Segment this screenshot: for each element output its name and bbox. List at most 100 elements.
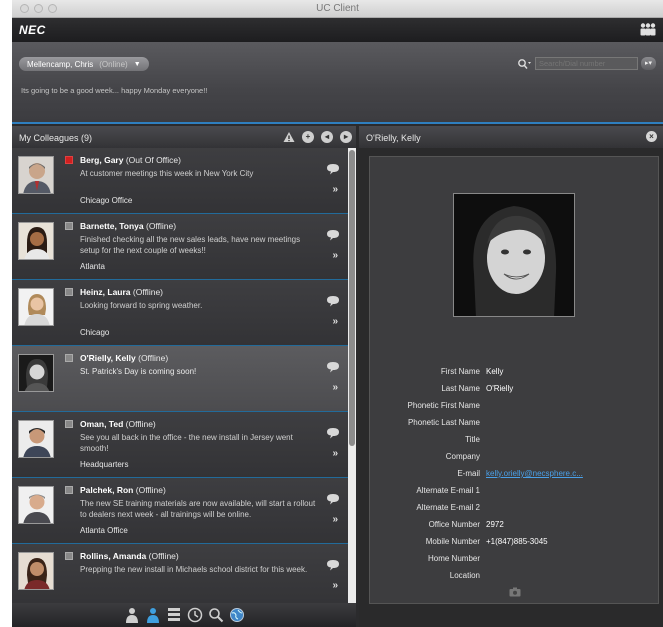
colleague-name: Rollins, Amanda (Offline) [80,551,179,561]
colleague-item[interactable]: Heinz, Laura (Offline) Looking forward t… [12,280,348,346]
scrollbar-thumb[interactable] [349,150,355,446]
office-number-value[interactable]: 2972 [486,520,504,529]
colleague-item[interactable]: Palchek, Ron (Offline) The new SE traini… [12,478,348,544]
colleague-item[interactable]: Berg, Gary (Out Of Office) At customer m… [12,148,348,214]
chevron-down-icon: ▼ [133,60,141,68]
user-header: Mellencamp, Chris (Online) ▼ Its going t… [12,42,663,124]
avatar [18,156,54,194]
tool-search[interactable] [207,606,225,624]
alert-icon[interactable] [283,131,295,143]
field-phonetic-last-name: Phonetic Last Name [370,415,660,432]
presence-indicator [65,486,73,494]
user-status-dropdown[interactable]: Mellencamp, Chris (Online) ▼ [19,57,149,71]
top-bar: NEC [12,18,663,42]
chat-icon[interactable] [326,295,340,307]
next-icon[interactable]: ▸ [340,131,352,143]
expand-icon[interactable]: » [332,382,338,393]
add-icon[interactable]: + [302,131,314,143]
chat-icon[interactable] [326,493,340,505]
colleague-item[interactable]: Rollins, Amanda (Offline) Prepping the n… [12,544,348,603]
colleague-message: Finished checking all the new sales lead… [80,235,301,255]
field-label: Title [465,435,480,444]
avatar [18,552,54,590]
camera-icon[interactable] [509,587,521,597]
tool-colleagues[interactable] [144,606,162,624]
search-icon[interactable] [517,58,532,70]
expand-icon[interactable]: » [332,514,338,525]
colleague-message: St. Patrick's Day is coming soon! [80,367,197,376]
chat-icon[interactable] [326,361,340,373]
tool-person[interactable] [123,606,141,624]
colleague-item[interactable]: Oman, Ted (Offline) See you all back in … [12,412,348,478]
previous-icon[interactable]: ◂ [321,131,333,143]
expand-icon[interactable]: » [332,448,338,459]
avatar [18,222,54,260]
expand-icon[interactable]: » [332,250,338,261]
people-icon[interactable] [639,22,657,36]
colleague-list: Berg, Gary (Out Of Office) At customer m… [12,148,348,603]
field-value: Kelly [486,367,504,376]
tool-directory[interactable] [165,606,183,624]
status-message[interactable]: Its going to be a good week... happy Mon… [21,86,207,95]
search-area: ▸▾ [517,57,656,70]
field-last-name: Last Name O'Rielly [370,381,660,398]
search-input[interactable] [535,57,638,70]
app-window: NEC Mellencamp, Chris (Online) ▼ Its goi… [12,18,663,627]
status-text: (Offline) [132,287,163,297]
field-location: Location [370,568,660,585]
colleague-location: Chicago [80,328,110,337]
colleague-list-scrollbar[interactable] [348,148,356,603]
status-text: (Offline) [135,485,166,495]
name-text: Heinz, Laura [80,287,131,297]
globe-icon [229,608,244,622]
user-name: Mellencamp, Chris [27,59,94,69]
colleague-item[interactable]: Barnette, Tonya (Offline) Finished check… [12,214,348,280]
presence-indicator [65,222,73,230]
chat-icon[interactable] [326,559,340,571]
field-mobile-number: Mobile Number +1(847)885-3045 [370,534,660,551]
colleague-message: Prepping the new install in Michaels sch… [80,565,308,574]
expand-icon[interactable]: » [332,316,338,327]
presence-indicator [65,420,73,428]
close-icon[interactable]: × [646,131,657,142]
field-label: First Name [440,367,480,376]
detail-card: First Name Kelly Last Name O'Rielly Phonet… [369,156,659,604]
field-label: Company [445,452,480,461]
status-text: (Offline) [148,551,179,561]
tool-web[interactable] [228,606,246,624]
colleagues-title: My Colleagues (9) [19,133,93,143]
field-label: Alternate E-mail 2 [416,503,480,512]
field-title: Title [370,432,660,449]
presence-indicator [65,354,73,362]
field-label: Last Name [441,384,480,393]
colleague-name: O'Rielly, Kelly (Offline) [80,353,168,363]
expand-icon[interactable]: » [332,184,338,195]
window-title: UC Client [316,3,359,14]
colleague-item[interactable]: O'Rielly, Kelly (Offline) St. Patrick's … [12,346,348,412]
status-text: (Offline) [125,419,156,429]
colleague-name: Barnette, Tonya (Offline) [80,221,176,231]
mobile-number-value[interactable]: +1(847)885-3045 [486,537,548,546]
detail-fields: First Name Kelly Last Name O'Rielly Phonet… [370,364,660,585]
chat-icon[interactable] [326,163,340,175]
avatar [18,486,54,524]
colleague-message: The new SE training materials are now av… [80,499,316,519]
colleagues-panel: My Colleagues (9) + ◂ ▸ Berg, Gary (Out … [12,126,356,603]
field-company: Company [370,449,660,466]
search-options-button[interactable]: ▸▾ [641,57,656,70]
field-phonetic-first-name: Phonetic First Name [370,398,660,415]
chat-icon[interactable] [326,229,340,241]
status-text: (Offline) [138,353,169,363]
field-email: E-mail kelly.orielly@necsphere.c... [370,466,660,483]
field-label: Phonetic First Name [407,401,480,410]
field-label: Alternate E-mail 1 [416,486,480,495]
email-link[interactable]: kelly.orielly@necsphere.c... [486,469,583,478]
expand-icon[interactable]: » [332,580,338,591]
colleague-name: Berg, Gary (Out Of Office) [80,155,181,165]
chat-icon[interactable] [326,427,340,439]
status-text: (Offline) [145,221,177,231]
window-titlebar: UC Client [12,0,663,18]
detail-header: O'Rielly, Kelly × [359,126,663,148]
name-text: Palchek, Ron [80,485,134,495]
tool-history[interactable] [186,606,204,624]
